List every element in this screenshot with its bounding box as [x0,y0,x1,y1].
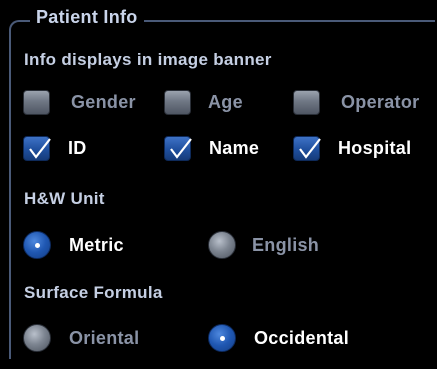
age-label: Age [208,91,243,112]
age-checkbox[interactable]: Age [164,85,243,119]
metric-radio[interactable]: Metric [23,228,124,262]
gender-checkbox[interactable]: Gender [23,85,136,119]
banner-row-2: ID Name Hospital [0,131,437,165]
radio-selected-icon [208,324,236,352]
occidental-label: Occidental [254,327,350,348]
id-label: ID [68,137,87,158]
checkmark-icon [23,135,51,161]
checkmark-icon [164,135,192,161]
name-label: Name [209,137,260,158]
occidental-radio[interactable]: Occidental [208,321,349,355]
radio-unselected-icon [23,324,51,352]
operator-label: Operator [341,91,420,112]
operator-checkbox[interactable]: Operator [293,85,419,119]
patient-info-panel: Patient Info Info displays in image bann… [0,0,437,369]
hw-unit-row: Metric English [0,228,437,262]
checkbox-unchecked-icon [293,89,320,115]
banner-row-1: Gender Age Operator [0,85,437,119]
hospital-label: Hospital [338,137,412,158]
id-checkbox[interactable]: ID [23,131,87,165]
metric-label: Metric [69,234,124,255]
surface-formula-row: Oriental Occidental [0,321,437,355]
hospital-checkbox[interactable]: Hospital [293,131,411,165]
checkbox-unchecked-icon [164,89,191,115]
oriental-radio[interactable]: Oriental [23,321,139,355]
hw-unit-section-label: H&W Unit [24,189,105,208]
group-title: Patient Info [30,7,144,28]
oriental-label: Oriental [69,327,140,348]
gender-label: Gender [71,91,136,112]
radio-selected-icon [23,231,51,259]
english-radio[interactable]: English [208,228,319,262]
banner-section-label: Info displays in image banner [24,50,272,69]
checkmark-icon [293,135,321,161]
name-checkbox[interactable]: Name [164,131,259,165]
checkbox-unchecked-icon [23,89,50,115]
surface-formula-section-label: Surface Formula [24,283,163,302]
radio-unselected-icon [208,231,236,259]
english-label: English [252,234,320,255]
